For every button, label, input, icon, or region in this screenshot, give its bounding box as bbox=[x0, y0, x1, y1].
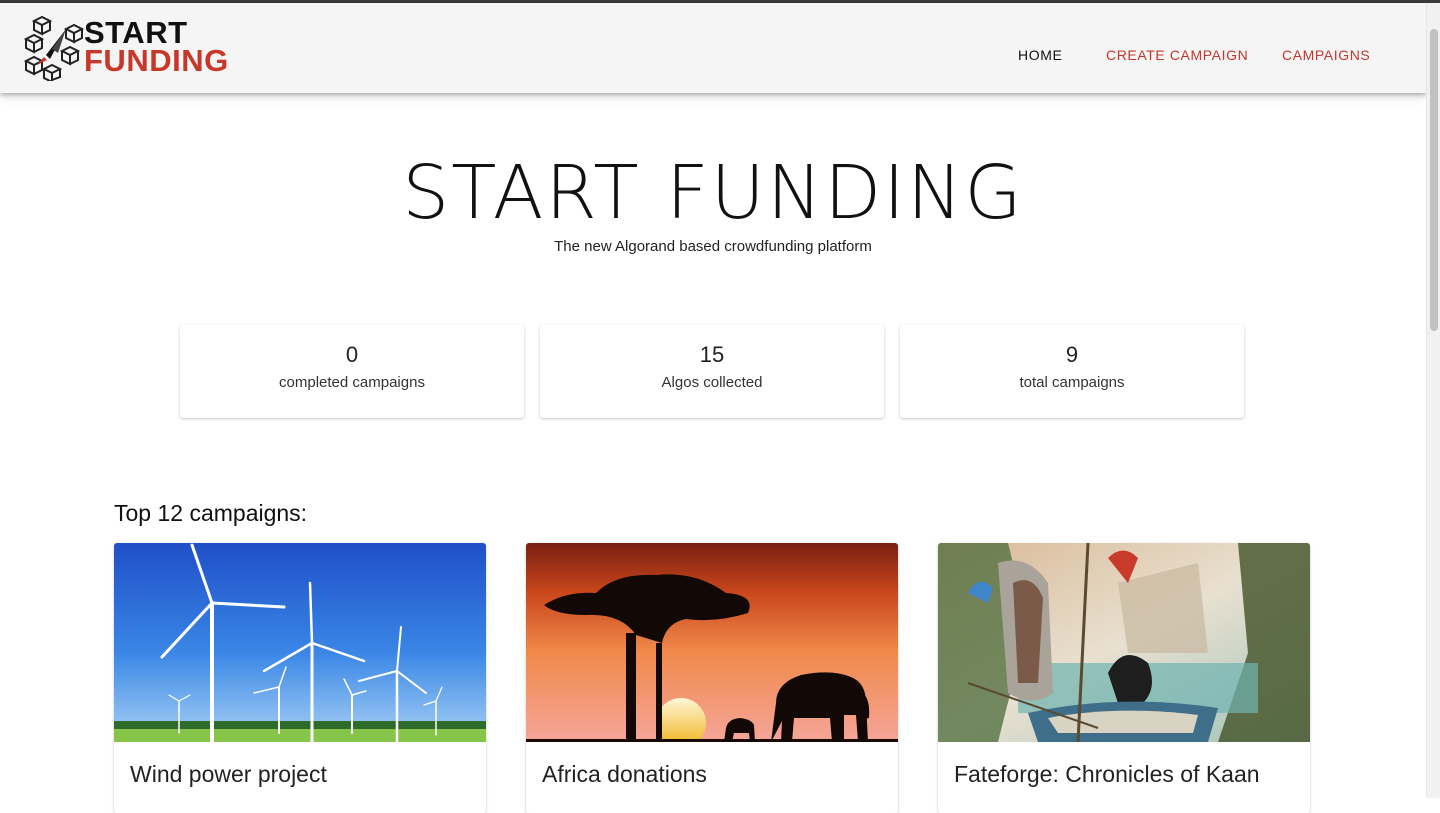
brand-logo[interactable]: START FUNDING bbox=[22, 15, 237, 81]
hero-subtitle: The new Algorand based crowdfunding plat… bbox=[554, 238, 872, 255]
page-scrollbar[interactable] bbox=[1426, 3, 1440, 798]
nav-create-campaign-link[interactable]: CREATE CAMPAIGN bbox=[1106, 39, 1248, 71]
nav-campaigns-link[interactable]: CAMPAIGNS bbox=[1282, 39, 1370, 71]
brand-line-2: FUNDING bbox=[84, 43, 229, 78]
stat-value: 15 bbox=[699, 342, 725, 367]
stat-label: completed campaigns bbox=[279, 374, 425, 391]
campaign-image-fantasy-art bbox=[938, 543, 1310, 742]
campaign-title: Africa donations bbox=[542, 761, 707, 787]
campaign-card-africa-donations[interactable]: Africa donations bbox=[526, 543, 898, 813]
campaign-title: Fateforge: Chronicles of Kaan bbox=[954, 761, 1260, 787]
stat-card-algos: 15 Algos collected bbox=[540, 325, 884, 418]
stat-label: Algos collected bbox=[661, 374, 763, 391]
stat-value: 9 bbox=[1065, 342, 1079, 367]
campaign-card-fateforge[interactable]: Fateforge: Chronicles of Kaan bbox=[938, 543, 1310, 813]
scrollbar-thumb[interactable] bbox=[1430, 29, 1438, 331]
nav-home-link[interactable]: HOME bbox=[1018, 39, 1062, 71]
stat-value: 0 bbox=[345, 342, 359, 367]
stat-label: total campaigns bbox=[1019, 374, 1125, 391]
hero-title: START FUNDING bbox=[402, 150, 1024, 236]
section-title: Top 12 campaigns: bbox=[114, 500, 308, 526]
stat-card-completed: 0 completed campaigns bbox=[180, 325, 524, 418]
blockchain-rocket-icon bbox=[23, 15, 85, 81]
campaign-image-wind-turbines bbox=[114, 543, 486, 742]
campaign-card-wind-power[interactable]: Wind power project bbox=[114, 543, 486, 813]
app-header: START FUNDING HOME CREATE CAMPAIGN CAMPA… bbox=[0, 3, 1426, 93]
campaign-title: Wind power project bbox=[130, 761, 327, 787]
stat-card-total: 9 total campaigns bbox=[900, 325, 1244, 418]
campaign-image-african-sunset bbox=[526, 543, 898, 742]
